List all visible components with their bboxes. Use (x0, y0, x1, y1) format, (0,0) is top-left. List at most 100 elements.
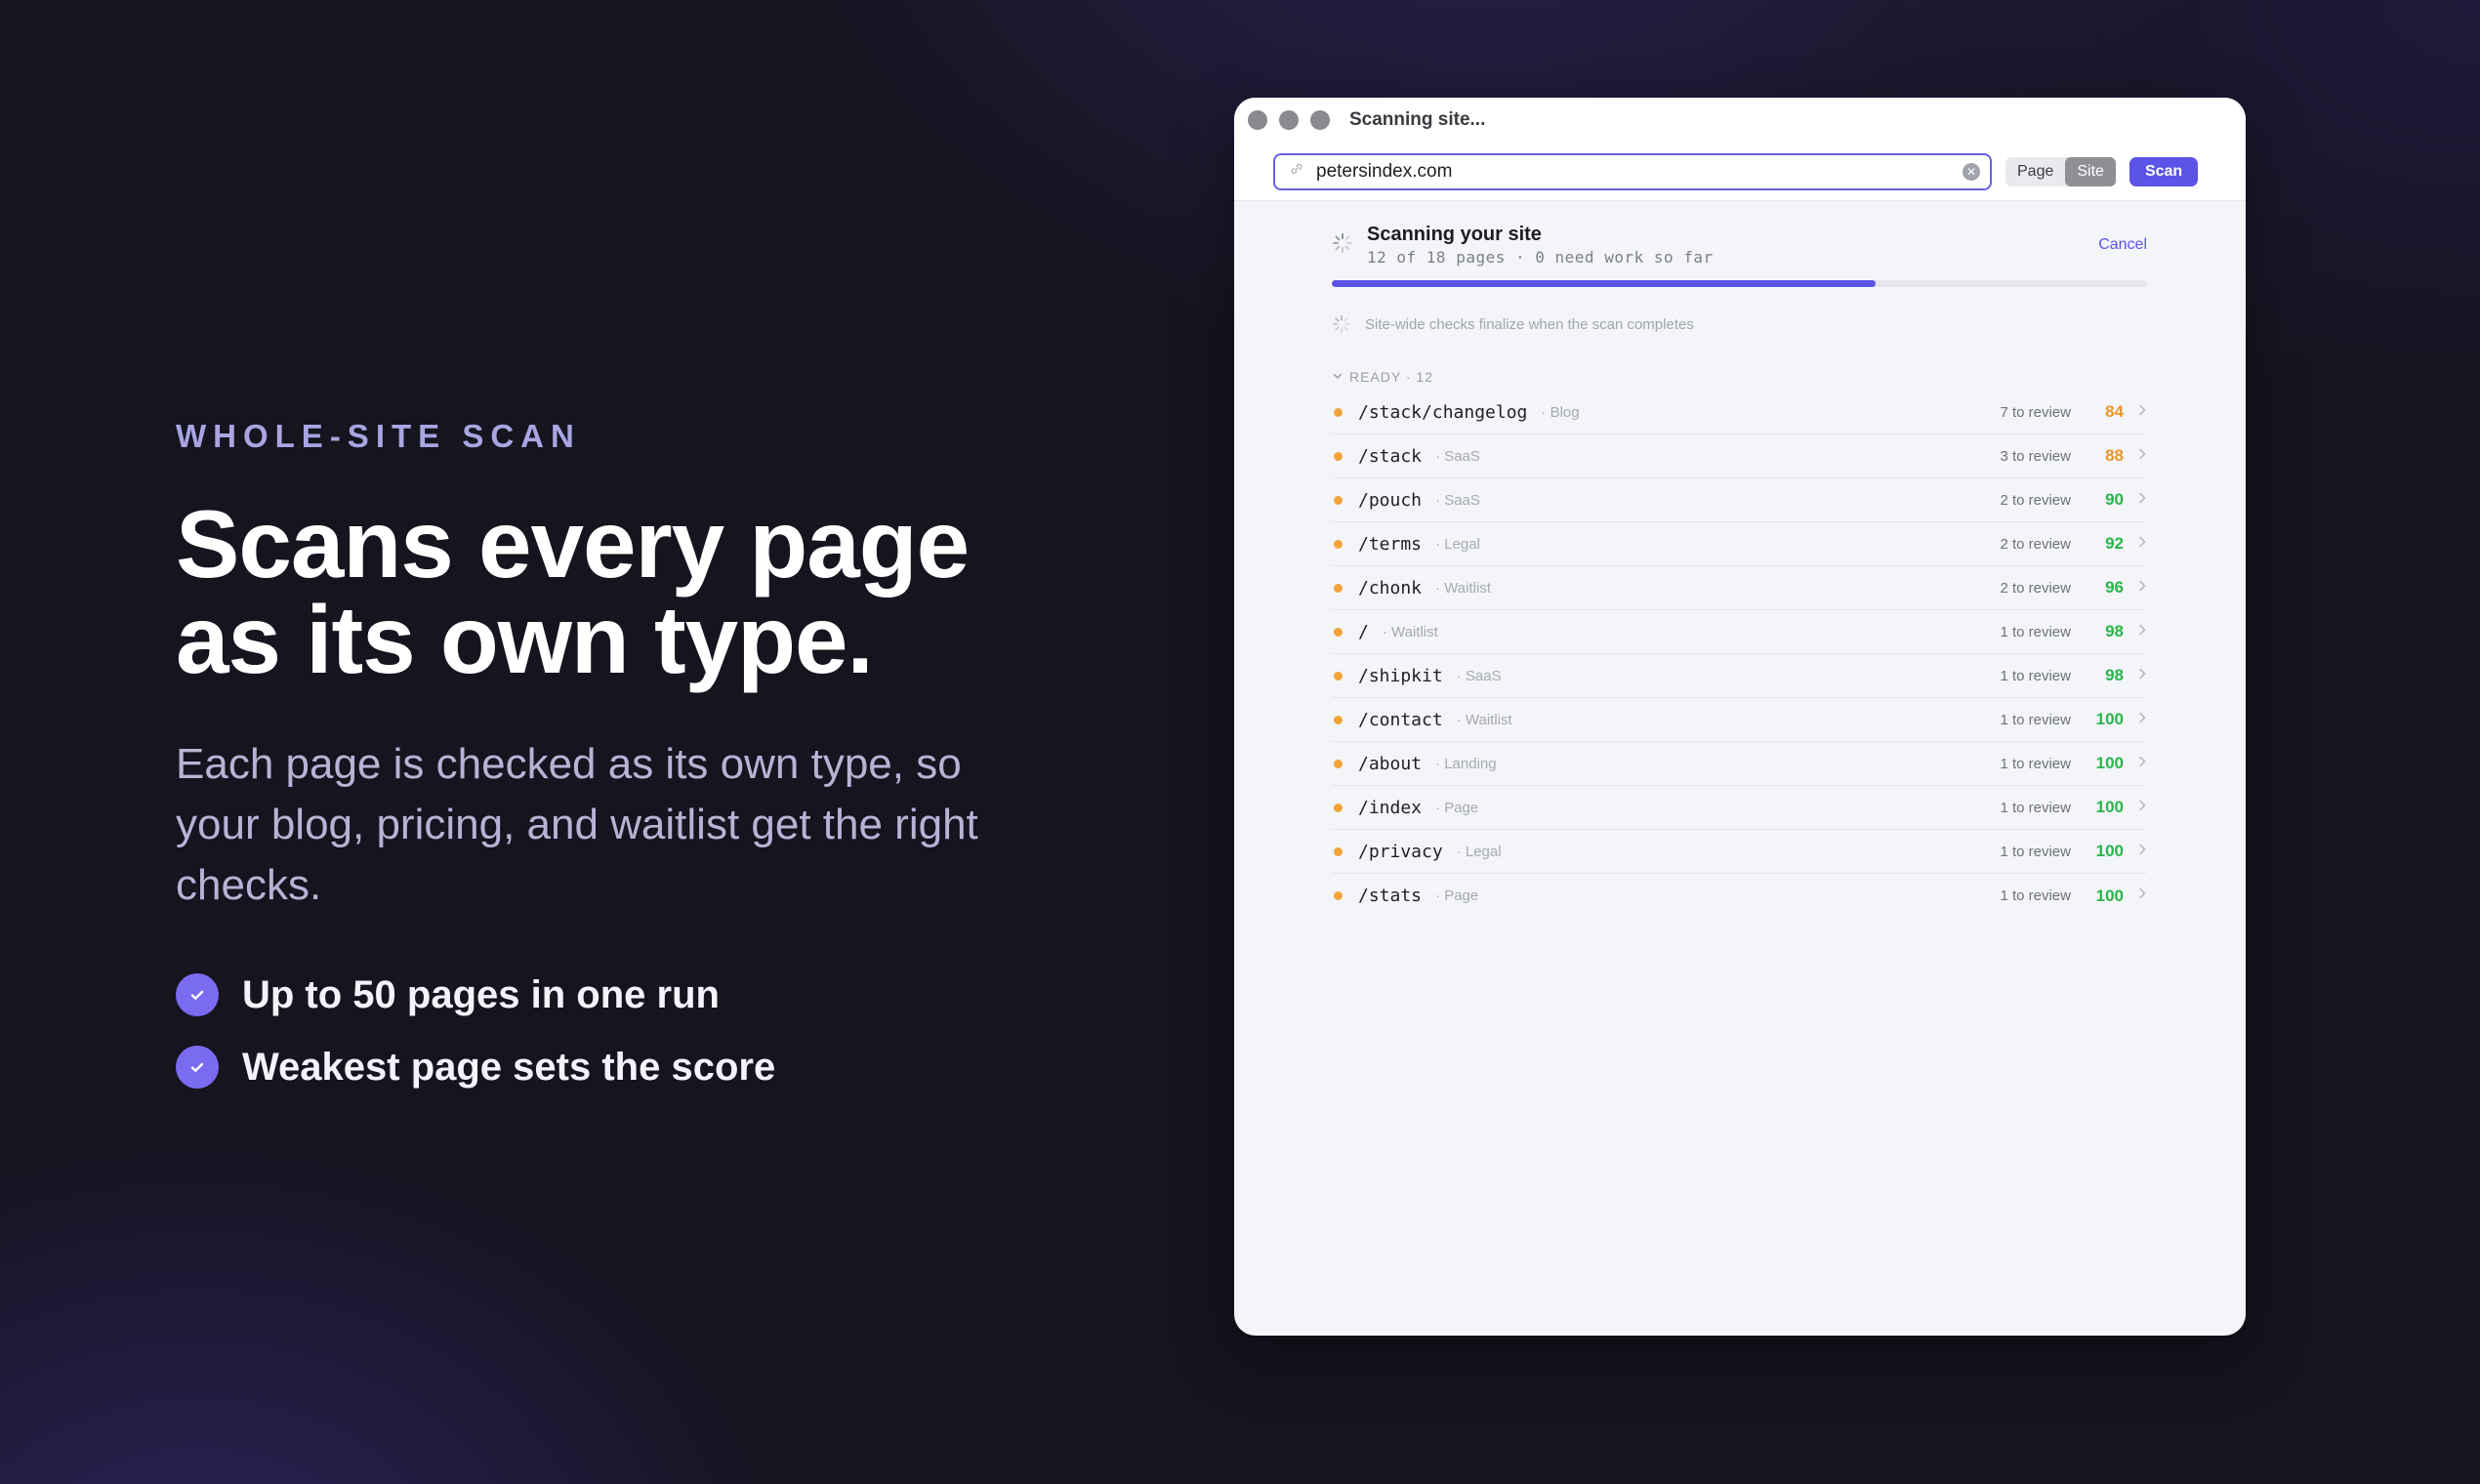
page-type: Legal (1457, 844, 1502, 860)
cancel-button[interactable]: Cancel (2098, 236, 2147, 254)
page-score: 92 (2105, 534, 2124, 553)
scan-status-text: Scanning your site 12 of 18 pages · 0 ne… (1367, 223, 1714, 267)
page-row[interactable]: /stack/changelog Blog 7 to review 84 (1332, 391, 2147, 434)
url-field[interactable]: ✕ (1273, 152, 1992, 190)
feature-text: Up to 50 pages in one run (242, 972, 720, 1016)
feature-text: Weakest page sets the score (242, 1045, 776, 1089)
url-input[interactable] (1316, 160, 1963, 183)
check-icon (176, 973, 219, 1016)
page-type: Landing (1435, 756, 1496, 772)
minimize-window-button[interactable] (1279, 110, 1299, 130)
review-count: 1 to review (2000, 887, 2071, 904)
pending-dot (1334, 671, 1343, 680)
scan-progress-bar (1332, 280, 2147, 287)
page-type: Page (1435, 887, 1478, 904)
page-row[interactable]: /stack SaaS 3 to review 88 (1332, 434, 2147, 478)
chevron-down-icon (1332, 370, 1343, 385)
page-row[interactable]: /chonk Waitlist 2 to review 96 (1332, 566, 2147, 610)
chevron-right-icon (2137, 886, 2147, 905)
pending-dot (1334, 539, 1343, 549)
scan-content: Scanning your site 12 of 18 pages · 0 ne… (1234, 223, 2246, 918)
review-count: 1 to review (2000, 755, 2071, 772)
chevron-right-icon (2137, 623, 2147, 641)
headline-line-2: as its own type. (176, 586, 874, 693)
pending-dot (1334, 803, 1343, 812)
chevron-right-icon (2137, 447, 2147, 466)
link-icon (1287, 161, 1306, 182)
hero-section: WHOLE-SITE SCAN Scans every page as its … (176, 418, 1054, 1103)
spinner-icon (1332, 314, 1351, 334)
review-count: 1 to review (2000, 667, 2071, 684)
page-type: SaaS (1435, 448, 1480, 465)
page-row[interactable]: /contact Waitlist 1 to review 100 (1332, 698, 2147, 742)
page-score: 90 (2105, 490, 2124, 509)
chevron-right-icon (2137, 843, 2147, 861)
chevron-right-icon (2137, 799, 2147, 817)
ready-group-toggle[interactable]: READY · 12 (1332, 369, 2147, 385)
review-count: 2 to review (2000, 491, 2071, 509)
page-path: /pouch (1358, 489, 1423, 511)
page-type: Waitlist (1383, 624, 1438, 640)
page-score: 100 (2095, 754, 2124, 772)
page-row[interactable]: /pouch SaaS 2 to review 90 (1332, 478, 2147, 522)
chevron-right-icon (2137, 491, 2147, 510)
page-path: /shipkit (1358, 665, 1443, 686)
page-path: /index (1358, 797, 1423, 818)
window-title: Scanning site... (1349, 109, 1486, 130)
scan-status-subtitle: 12 of 18 pages · 0 need work so far (1367, 248, 1714, 267)
chevron-right-icon (2137, 711, 2147, 729)
pending-dot (1334, 451, 1343, 461)
page-type: Blog (1541, 404, 1580, 421)
eyebrow-label: WHOLE-SITE SCAN (176, 418, 581, 454)
sitewide-note: Site-wide checks finalize when the scan … (1332, 314, 2147, 334)
review-count: 1 to review (2000, 843, 2071, 860)
sitewide-note-text: Site-wide checks finalize when the scan … (1365, 315, 1694, 333)
toolbar: ✕ Page Site Scan (1234, 143, 2246, 201)
subhead: Each page is checked as its own type, so… (176, 740, 978, 909)
page-type: SaaS (1435, 492, 1480, 509)
page-row[interactable]: /about Landing 1 to review 100 (1332, 742, 2147, 786)
feature-item: Up to 50 pages in one run (176, 959, 1054, 1031)
page-score: 98 (2105, 666, 2124, 684)
page-row[interactable]: / Waitlist 1 to review 98 (1332, 610, 2147, 654)
page-score: 84 (2105, 402, 2124, 421)
zoom-window-button[interactable] (1310, 110, 1330, 130)
check-icon (176, 1046, 219, 1089)
page-path: /terms (1358, 533, 1423, 555)
page-path: / (1358, 621, 1369, 642)
review-count: 1 to review (2000, 799, 2071, 816)
mode-page-button[interactable]: Page (2005, 157, 2065, 186)
page-row[interactable]: /index Page 1 to review 100 (1332, 786, 2147, 830)
chevron-right-icon (2137, 667, 2147, 685)
ready-group-label: READY · 12 (1349, 369, 1433, 385)
page-score: 100 (2095, 710, 2124, 728)
scan-progress-fill (1332, 280, 1876, 287)
chevron-right-icon (2137, 535, 2147, 554)
clear-icon[interactable]: ✕ (1963, 162, 1980, 181)
page-path: /stack/changelog (1358, 401, 1528, 423)
scan-mode-toggle: Page Site (2005, 156, 2116, 186)
page-type: Waitlist (1457, 712, 1512, 728)
mode-site-button[interactable]: Site (2065, 156, 2116, 186)
page-path: /stack (1358, 445, 1423, 467)
scan-status: Scanning your site 12 of 18 pages · 0 ne… (1332, 223, 2147, 267)
close-window-button[interactable] (1248, 110, 1267, 130)
title-bar: Scanning site... (1234, 98, 2246, 143)
headline: Scans every page as its own type. (176, 496, 1054, 687)
page-list: /stack/changelog Blog 7 to review 84 /st… (1332, 391, 2147, 918)
page-path: /privacy (1358, 841, 1443, 862)
page-row[interactable]: /shipkit SaaS 1 to review 98 (1332, 654, 2147, 698)
page-row[interactable]: /privacy Legal 1 to review 100 (1332, 830, 2147, 874)
page-row[interactable]: /terms Legal 2 to review 92 (1332, 522, 2147, 566)
page-row[interactable]: /stats Page 1 to review 100 (1332, 874, 2147, 918)
page-path: /about (1358, 753, 1423, 774)
spinner-icon (1333, 233, 1352, 253)
review-count: 2 to review (2000, 535, 2071, 553)
review-count: 1 to review (2000, 711, 2071, 728)
pending-dot (1334, 846, 1343, 856)
scan-button[interactable]: Scan (2129, 156, 2199, 186)
pending-dot (1334, 759, 1343, 768)
review-count: 7 to review (2000, 403, 2071, 421)
pending-dot (1334, 583, 1343, 593)
scan-status-title: Scanning your site (1367, 224, 1542, 245)
